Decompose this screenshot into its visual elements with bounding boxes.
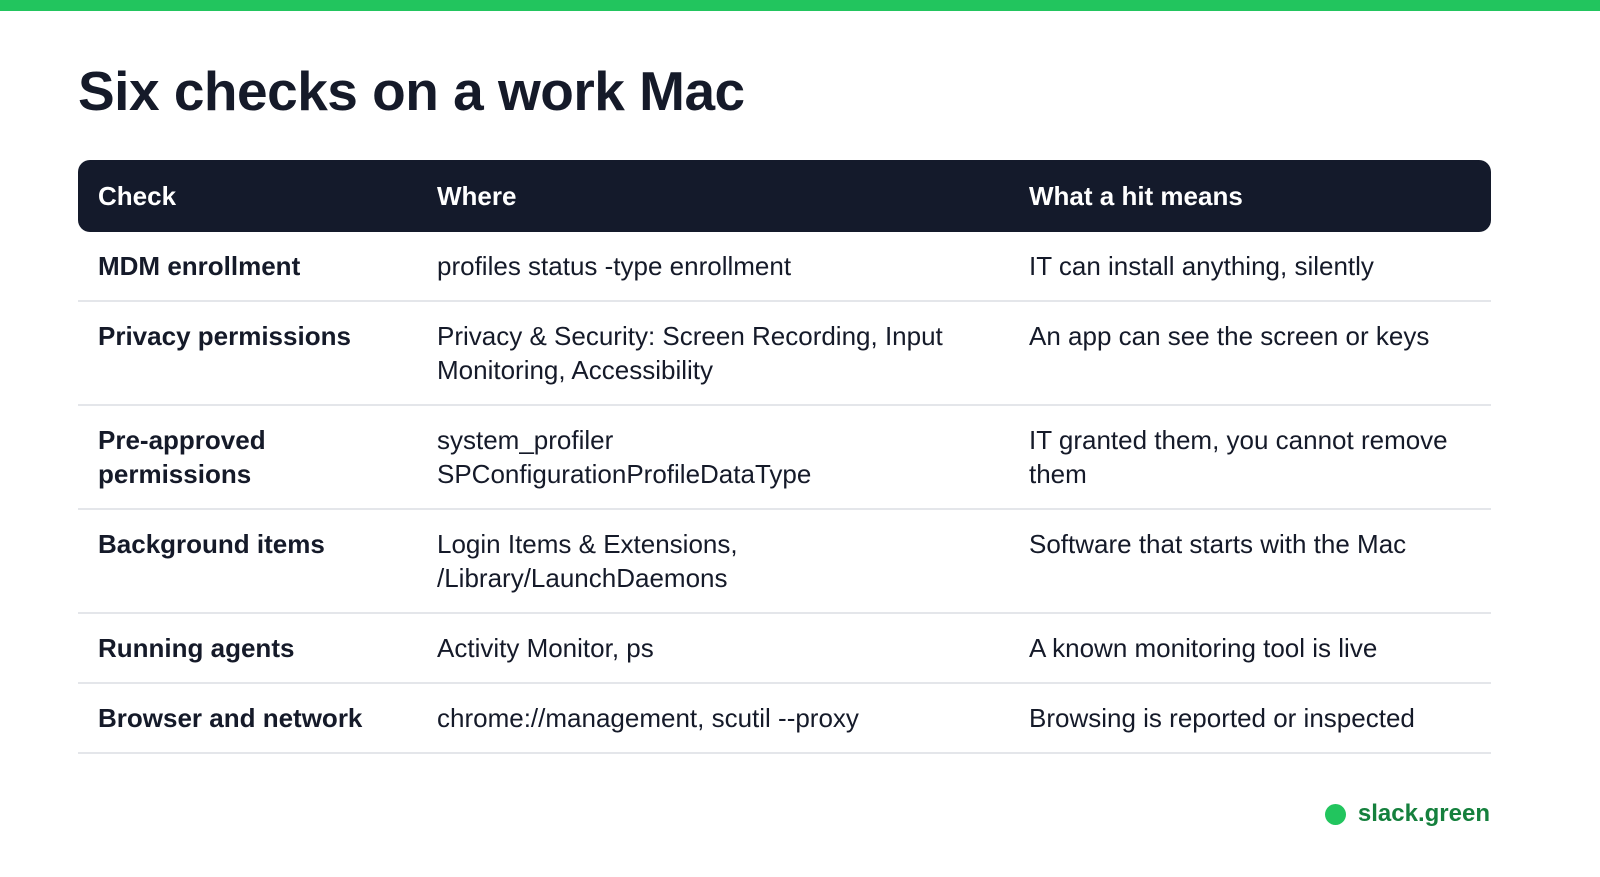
header-where: Where [417, 160, 1009, 232]
header-row: Check Where What a hit means [78, 160, 1491, 232]
check-cell: Browser and network [78, 684, 417, 754]
header-meaning: What a hit means [1009, 160, 1491, 232]
check-cell: Pre-approved permissions [78, 406, 417, 510]
check-cell: MDM enrollment [78, 232, 417, 302]
where-cell: profiles status -type enrollment [417, 232, 1009, 302]
page-title: Six checks on a work Mac [78, 60, 745, 122]
meaning-cell: IT can install anything, silently [1009, 232, 1491, 302]
where-cell: Privacy & Security: Screen Recording, In… [417, 302, 1009, 406]
checks-table: Check Where What a hit means MDM enrollm… [78, 160, 1491, 754]
check-cell: Privacy permissions [78, 302, 417, 406]
where-cell: system_profiler SPConfigurationProfileDa… [417, 406, 1009, 510]
table-row: Browser and network chrome://management,… [78, 684, 1491, 754]
table-body: MDM enrollment profiles status -type enr… [78, 232, 1491, 754]
table-row: Pre-approved permissions system_profiler… [78, 406, 1491, 510]
check-cell: Running agents [78, 614, 417, 684]
green-dot-icon [1324, 803, 1346, 825]
where-cell: Activity Monitor, ps [417, 614, 1009, 684]
check-cell: Background items [78, 510, 417, 614]
meaning-cell: Software that starts with the Mac [1009, 510, 1491, 614]
table-header: Check Where What a hit means [78, 160, 1491, 232]
top-accent-bar [0, 0, 1600, 11]
meaning-cell: IT granted them, you cannot remove them [1009, 406, 1491, 510]
meaning-cell: A known monitoring tool is live [1009, 614, 1491, 684]
table-row: Running agents Activity Monitor, ps A kn… [78, 614, 1491, 684]
where-cell: chrome://management, scutil --proxy [417, 684, 1009, 754]
meaning-cell: An app can see the screen or keys [1009, 302, 1491, 406]
meaning-cell: Browsing is reported or inspected [1009, 684, 1491, 754]
where-cell: Login Items & Extensions, /Library/Launc… [417, 510, 1009, 614]
brand-label: slack.green [1357, 800, 1490, 827]
table-row: MDM enrollment profiles status -type enr… [78, 232, 1491, 302]
table-row: Privacy permissions Privacy & Security: … [78, 302, 1491, 406]
table-row: Background items Login Items & Extension… [78, 510, 1491, 614]
brand-mark: slack.green [1324, 800, 1490, 828]
header-check: Check [78, 160, 417, 232]
